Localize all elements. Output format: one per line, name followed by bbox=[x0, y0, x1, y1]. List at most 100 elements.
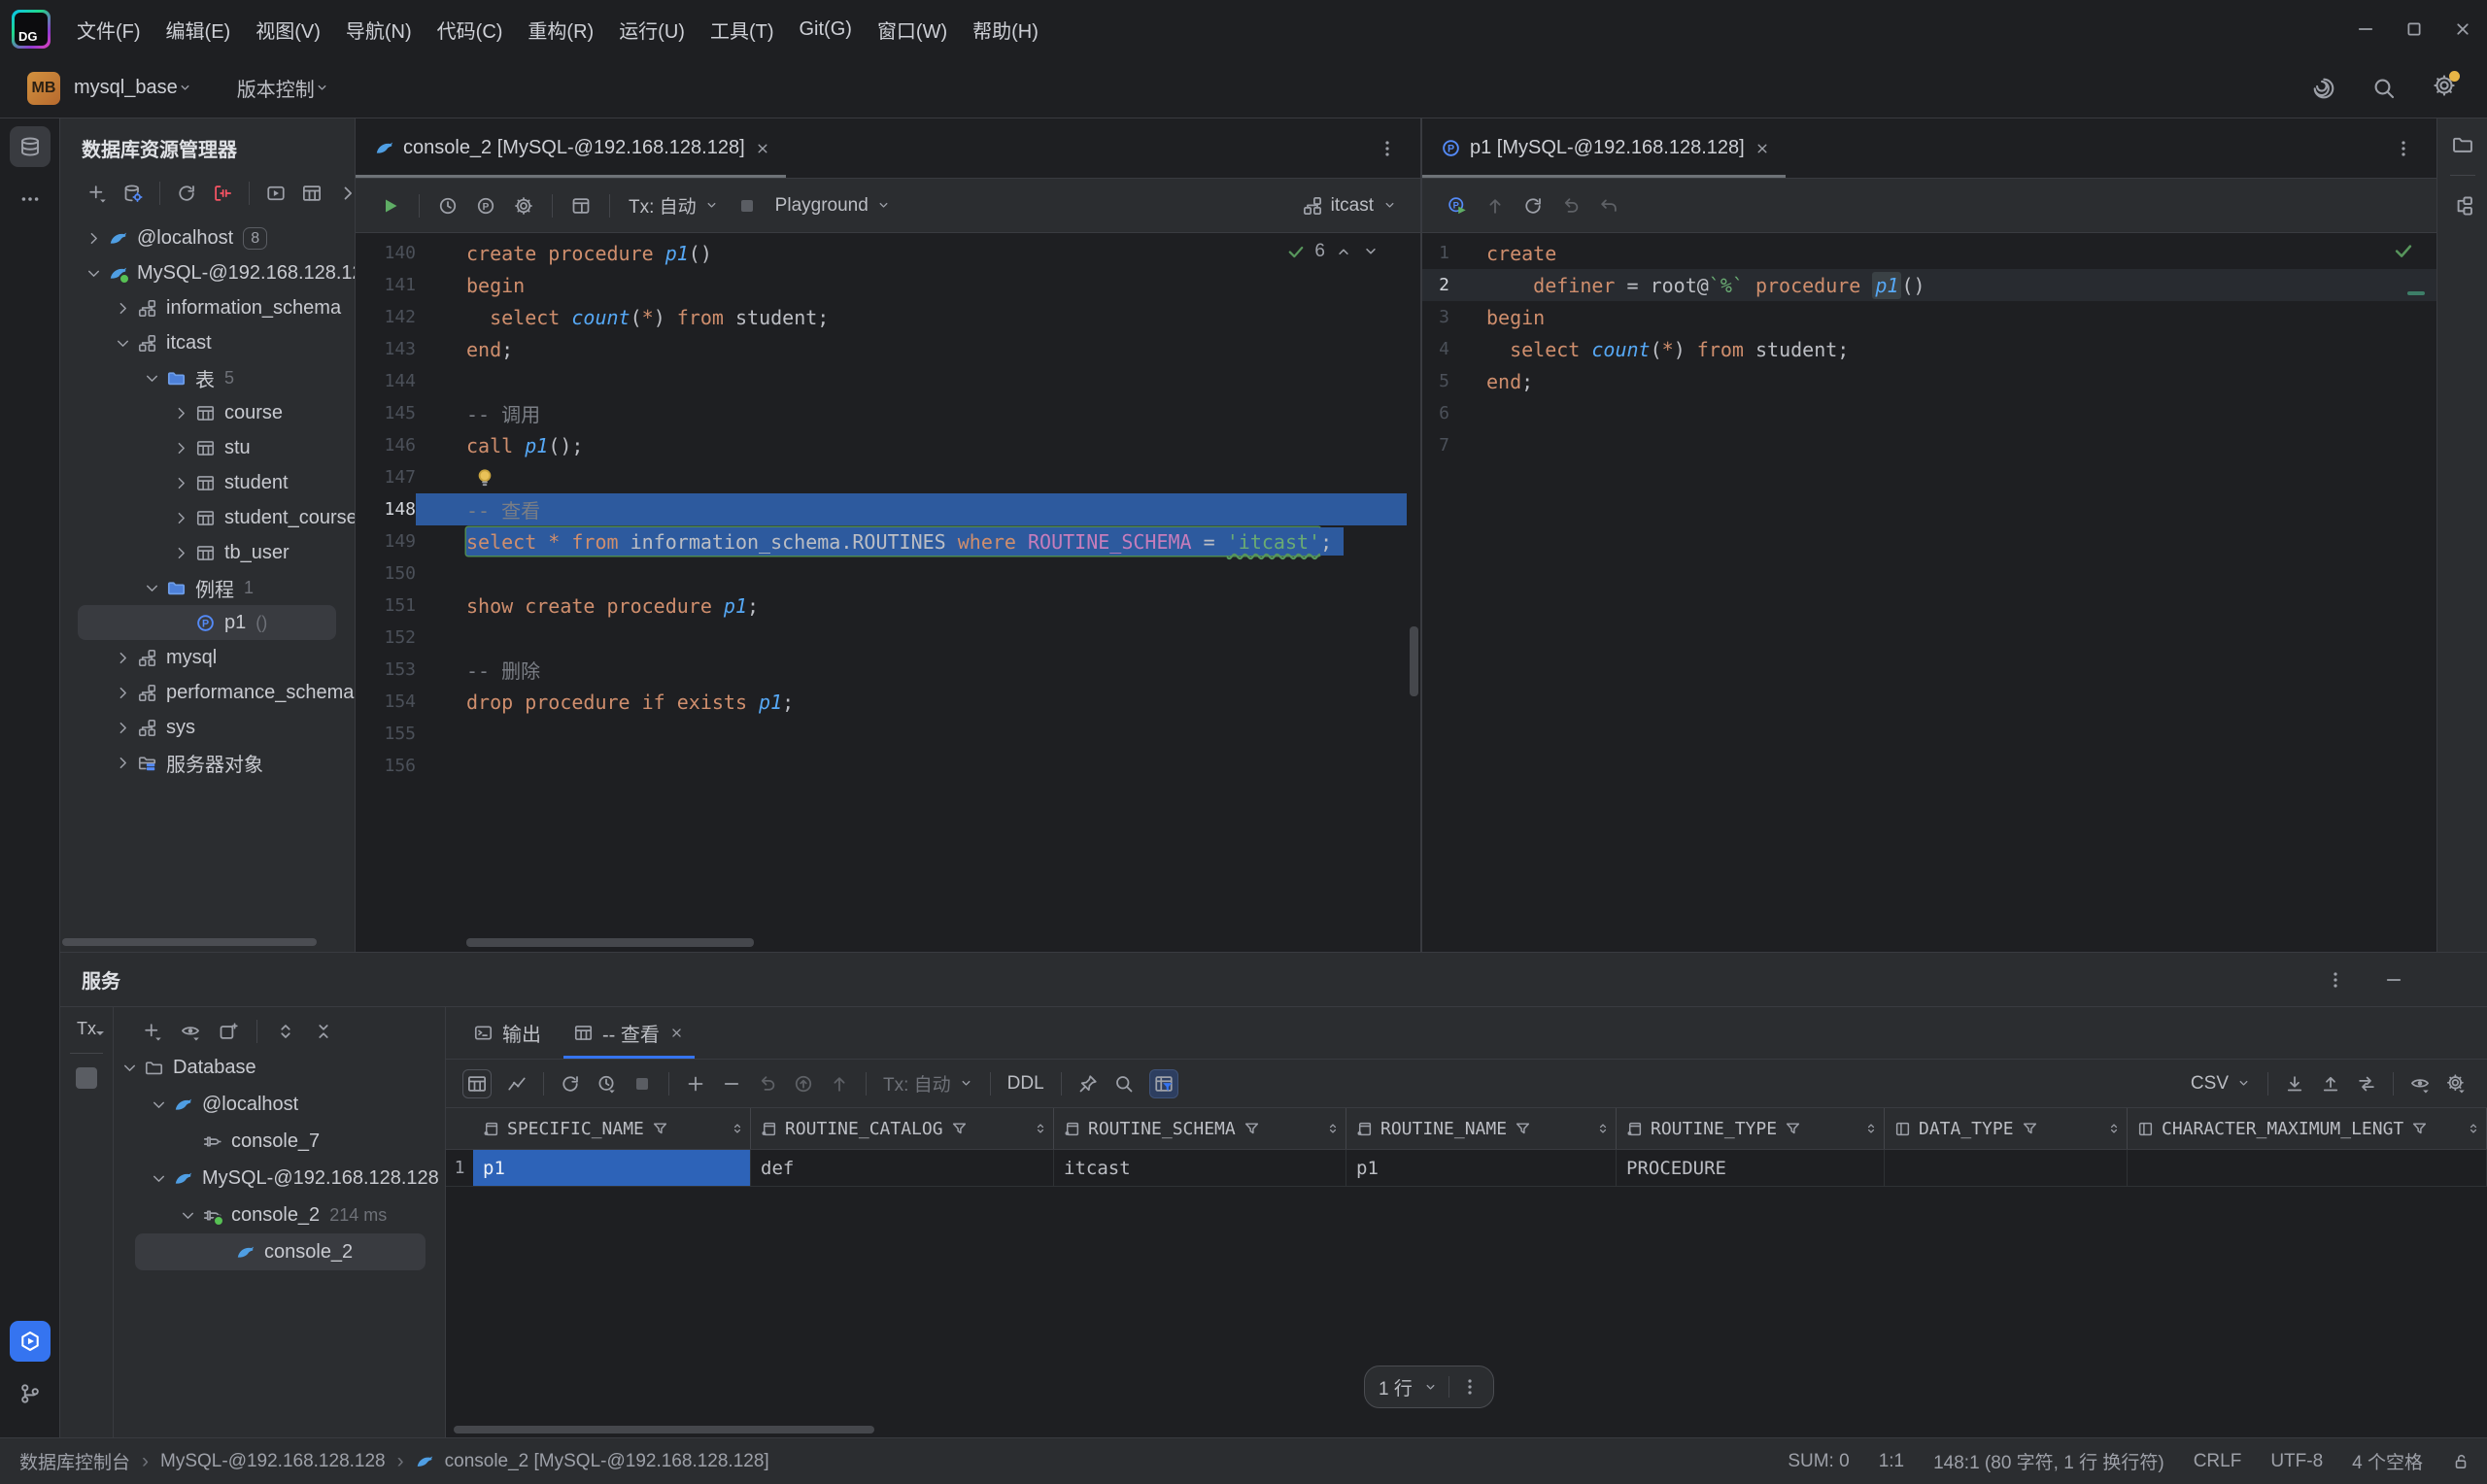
chevron-right-icon[interactable] bbox=[115, 720, 131, 736]
ai-icon[interactable] bbox=[2312, 77, 2335, 100]
chevron-right-icon[interactable] bbox=[173, 475, 189, 491]
console-line-155[interactable]: 155 bbox=[356, 718, 1420, 750]
procedure-line-6[interactable]: 6 bbox=[1422, 397, 2436, 429]
chevron-right-icon[interactable] bbox=[115, 755, 131, 771]
status-item[interactable]: UTF-8 bbox=[2270, 1451, 2323, 1472]
download-icon[interactable] bbox=[2285, 1074, 2304, 1094]
console-line-145[interactable]: 145-- 调用 bbox=[356, 397, 1420, 429]
status-item[interactable]: 1:1 bbox=[1879, 1451, 1904, 1472]
svc-tree-item-console_7[interactable]: console_7 bbox=[114, 1123, 445, 1160]
svc-tree-item-Database[interactable]: Database bbox=[114, 1049, 445, 1086]
procedure-line-4[interactable]: 4 select count(*) from student; bbox=[1422, 333, 2436, 365]
pager-kebab-icon[interactable] bbox=[1460, 1377, 1480, 1397]
db-tree-item-performance_schema[interactable]: performance_schema bbox=[60, 675, 355, 710]
chevron-right-icon[interactable] bbox=[173, 545, 189, 561]
stop-icon[interactable] bbox=[632, 1074, 652, 1094]
results-tab-view[interactable]: -- 查看 bbox=[558, 1007, 700, 1059]
column-header-CHARACTER_MAXIMUM_LENGT[interactable]: CHARACTER_MAXIMUM_LENGT bbox=[2128, 1108, 2487, 1149]
vcs-selector[interactable]: 版本控制 bbox=[237, 74, 315, 102]
menu-item-file[interactable]: 文件(F) bbox=[64, 0, 153, 58]
git-button[interactable] bbox=[10, 1373, 51, 1414]
chart-icon[interactable] bbox=[507, 1074, 527, 1094]
console-line-147[interactable]: 147 bbox=[356, 461, 1420, 493]
console-line-156[interactable]: 156 bbox=[356, 750, 1420, 782]
search-icon[interactable] bbox=[1114, 1074, 1134, 1094]
undo-icon[interactable] bbox=[1561, 196, 1581, 216]
db-gear-icon[interactable] bbox=[123, 184, 143, 203]
svc-tree-item-console_2[interactable]: console_2 bbox=[135, 1233, 426, 1270]
gear-icon[interactable] bbox=[514, 196, 533, 216]
chevron-right-icon[interactable] bbox=[115, 300, 131, 317]
code-editor[interactable]: 1create2 definer = root@`%` procedure p1… bbox=[1422, 233, 2436, 952]
newtab-icon[interactable] bbox=[219, 1022, 238, 1041]
menu-item-code[interactable]: 代码(C) bbox=[425, 0, 516, 58]
eye-dd-icon[interactable] bbox=[181, 1022, 200, 1041]
console-line-142[interactable]: 142 select count(*) from student; bbox=[356, 301, 1420, 333]
expand-icon[interactable] bbox=[276, 1022, 295, 1041]
console-line-141[interactable]: 141begin bbox=[356, 269, 1420, 301]
chevron-right-icon[interactable] bbox=[173, 405, 189, 422]
console-line-143[interactable]: 143end; bbox=[356, 333, 1420, 365]
console-line-154[interactable]: 154drop procedure if exists p1; bbox=[356, 686, 1420, 718]
run-p-icon[interactable]: P bbox=[1448, 196, 1467, 216]
breadcrumb-item[interactable]: console_2 [MySQL-@192.168.128.128] bbox=[445, 1451, 769, 1472]
column-header-ROUTINE_TYPE[interactable]: ROUTINE_TYPE bbox=[1617, 1108, 1885, 1149]
tab-p1[interactable]: P p1 [MySQL-@192.168.128.128] bbox=[1422, 118, 1786, 178]
chevron-down-icon[interactable] bbox=[144, 370, 160, 387]
window-minimize-button[interactable] bbox=[2341, 0, 2390, 58]
funnel-icon[interactable] bbox=[1785, 1121, 1801, 1137]
sort-icon[interactable] bbox=[2467, 1122, 2480, 1135]
add-dd-icon[interactable] bbox=[87, 184, 107, 203]
funnel-icon[interactable] bbox=[2022, 1121, 2038, 1137]
tab-console-2[interactable]: console_2 [MySQL-@192.168.128.128] bbox=[356, 118, 786, 178]
schema-selector[interactable]: itcast bbox=[1303, 195, 1397, 217]
cell-ROUTINE_CATALOG[interactable]: def bbox=[751, 1150, 1054, 1187]
submit-icon[interactable] bbox=[794, 1074, 813, 1094]
horizontal-scrollbar[interactable] bbox=[466, 938, 754, 947]
window-maximize-button[interactable] bbox=[2390, 0, 2438, 58]
stop-icon[interactable] bbox=[737, 196, 757, 216]
close-icon[interactable] bbox=[669, 1026, 684, 1040]
console-line-151[interactable]: 151show create procedure p1; bbox=[356, 590, 1420, 622]
menu-item-window[interactable]: 窗口(W) bbox=[865, 0, 960, 58]
view-filter-icon[interactable] bbox=[1150, 1070, 1177, 1097]
run-icon[interactable] bbox=[381, 196, 400, 216]
grid-toolbar-tx-[interactable]: Tx: 自动 bbox=[883, 1070, 973, 1096]
menu-item-refactor[interactable]: 重构(R) bbox=[515, 0, 606, 58]
console-line-146[interactable]: 146call p1(); bbox=[356, 429, 1420, 461]
hide-panel-icon[interactable] bbox=[2384, 970, 2403, 990]
arrow-up-icon[interactable] bbox=[830, 1074, 849, 1094]
clock-dd-icon[interactable] bbox=[596, 1074, 616, 1094]
code-editor[interactable]: 6 140create procedure p1()141begin142 se… bbox=[356, 233, 1420, 952]
chevron-up-icon[interactable] bbox=[1335, 243, 1352, 260]
sort-icon[interactable] bbox=[1864, 1122, 1878, 1135]
db-tree-item-@localhost[interactable]: @localhost8 bbox=[60, 220, 355, 255]
results-tab-output[interactable]: 输出 bbox=[458, 1007, 558, 1059]
eye-dd-icon[interactable] bbox=[2410, 1074, 2430, 1094]
services-button[interactable] bbox=[10, 1321, 51, 1362]
column-header-SPECIFIC_NAME[interactable]: SPECIFIC_NAME bbox=[473, 1108, 751, 1149]
chevron-right-icon[interactable] bbox=[85, 230, 102, 247]
grid-row-1[interactable]: 1p1defitcastp1PROCEDURE bbox=[446, 1150, 2487, 1187]
refresh-icon[interactable] bbox=[177, 184, 196, 203]
procedure-line-7[interactable]: 7 bbox=[1422, 429, 2436, 461]
p-circle-icon[interactable]: P bbox=[476, 196, 495, 216]
sort-icon[interactable] bbox=[2107, 1122, 2121, 1135]
tab-options-kebab-icon[interactable] bbox=[1378, 139, 1397, 158]
db-tree-item--[interactable]: 例程1 bbox=[60, 570, 355, 605]
console-toolbar-playground[interactable]: Playground bbox=[775, 195, 891, 217]
chevron-down-icon[interactable] bbox=[144, 580, 160, 596]
grid-toolbar-csv[interactable]: CSV bbox=[2191, 1073, 2251, 1095]
horizontal-scrollbar[interactable] bbox=[62, 938, 317, 946]
console-icon[interactable] bbox=[266, 184, 286, 203]
more-tool-windows-button[interactable] bbox=[10, 179, 51, 219]
db-tree-item-tb_user[interactable]: tb_user bbox=[60, 535, 355, 570]
collapse-icon[interactable] bbox=[314, 1022, 333, 1041]
chevron-right-icon[interactable] bbox=[173, 440, 189, 456]
db-tree-item-MySQL-@192.168.128.128[interactable]: MySQL-@192.168.128.128 bbox=[60, 255, 355, 290]
procedure-line-1[interactable]: 1create bbox=[1422, 237, 2436, 269]
chevron-down-icon[interactable] bbox=[115, 335, 131, 352]
cell-ROUTINE_TYPE[interactable]: PROCEDURE bbox=[1617, 1150, 1885, 1187]
project-badge[interactable]: MB bbox=[27, 72, 60, 105]
status-item[interactable]: 148:1 (80 字符, 1 行 换行符) bbox=[1933, 1448, 2164, 1474]
